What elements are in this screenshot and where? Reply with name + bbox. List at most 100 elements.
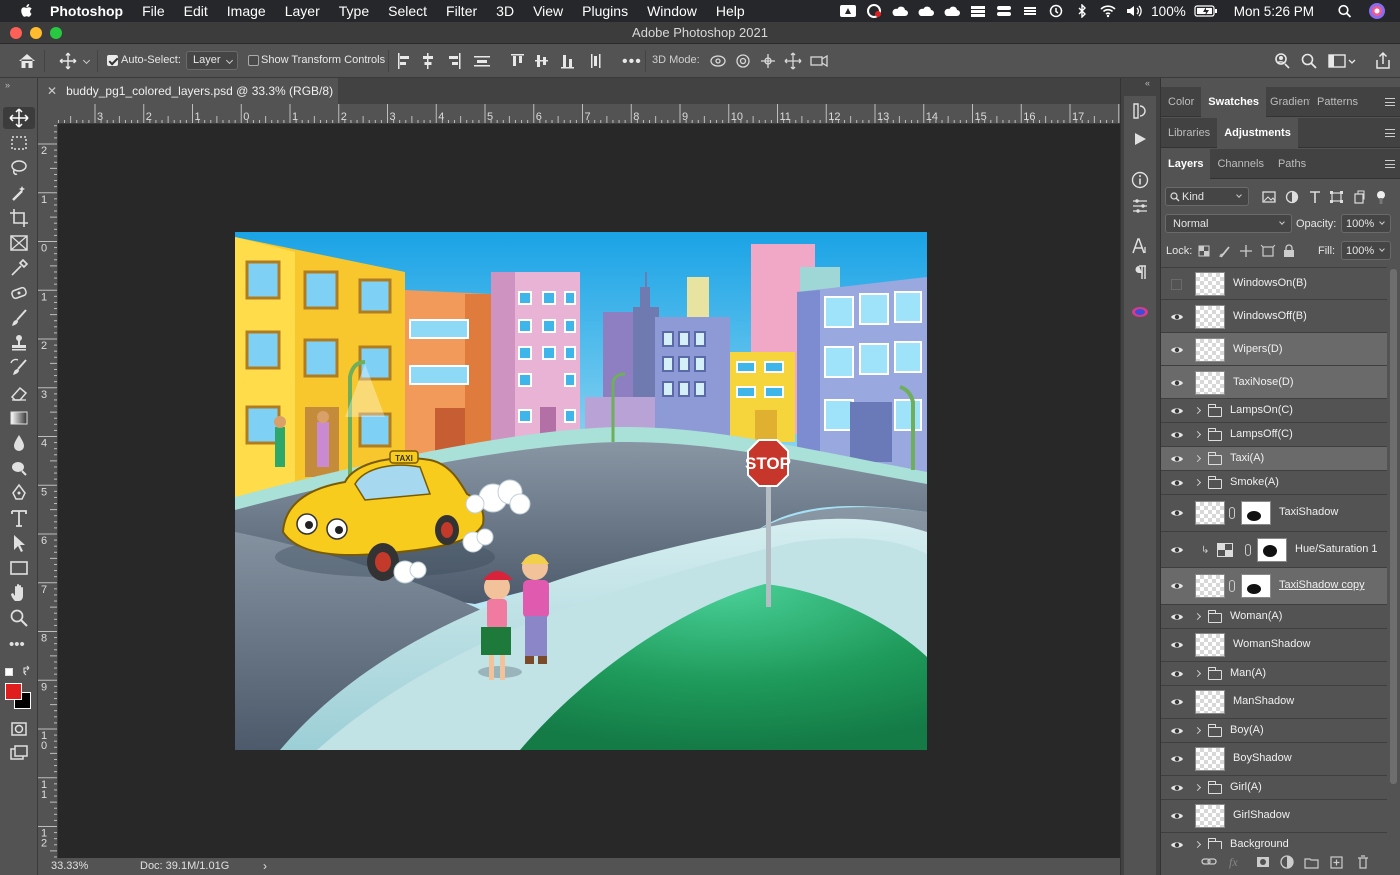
visibility-eye-icon[interactable] bbox=[1170, 638, 1184, 652]
tab-adjustments[interactable]: Adjustments bbox=[1217, 117, 1298, 148]
user-search-icon[interactable] bbox=[1272, 52, 1292, 70]
visibility-eye-icon[interactable] bbox=[1170, 579, 1184, 593]
visibility-eye-icon[interactable] bbox=[1170, 452, 1184, 466]
blend-mode-dropdown[interactable]: Normal bbox=[1165, 214, 1292, 233]
tab-channels[interactable]: Channels bbox=[1210, 149, 1270, 179]
visibility-eye-icon[interactable] bbox=[1170, 838, 1184, 850]
cloud-icon-2[interactable] bbox=[917, 4, 935, 18]
hand-tool-icon[interactable] bbox=[8, 582, 30, 604]
type-tool-icon[interactable] bbox=[8, 507, 30, 529]
expand-group-chevron-icon[interactable] bbox=[1193, 783, 1202, 791]
horizontal-ruler[interactable]: 3 2 1 0 1 2 3 4 5 6 7 8 9 10 11 12 13 14 15 16 17 bbox=[58, 104, 1120, 124]
eraser-tool-icon[interactable] bbox=[8, 382, 30, 404]
visibility-eye-icon[interactable] bbox=[1170, 376, 1184, 390]
layer-filter-type-icons[interactable] bbox=[1261, 189, 1389, 205]
menu-type[interactable]: Type bbox=[339, 3, 369, 19]
status-menu-chevron-icon[interactable]: › bbox=[263, 859, 267, 873]
layer-filter-kind-dropdown[interactable]: Kind bbox=[1165, 187, 1249, 206]
visibility-eye-icon[interactable] bbox=[1170, 781, 1184, 795]
battery-charging-icon[interactable] bbox=[1194, 4, 1218, 18]
menu-plugins[interactable]: Plugins bbox=[582, 3, 628, 19]
expand-group-chevron-icon[interactable] bbox=[1193, 430, 1202, 439]
3d-mode-tool-icons[interactable] bbox=[708, 52, 833, 70]
expand-group-chevron-icon[interactable] bbox=[1193, 669, 1202, 677]
info-panel-icon[interactable] bbox=[1131, 171, 1149, 189]
move-tool-icon[interactable] bbox=[8, 107, 30, 129]
foreground-color-swatch[interactable] bbox=[5, 683, 22, 700]
mask-link-icon[interactable] bbox=[1229, 507, 1235, 520]
menu-3d[interactable]: 3D bbox=[496, 3, 514, 19]
fill-field[interactable]: 100% bbox=[1341, 241, 1391, 260]
preset-dropdown-chevron-icon[interactable] bbox=[82, 56, 91, 65]
siri-icon[interactable] bbox=[1368, 2, 1386, 20]
wifi-icon[interactable] bbox=[1099, 4, 1117, 18]
history-brush-tool-icon[interactable] bbox=[8, 357, 30, 379]
gradient-tool-icon[interactable] bbox=[8, 407, 30, 429]
lasso-tool-icon[interactable] bbox=[8, 157, 30, 179]
blur-tool-icon[interactable] bbox=[8, 432, 30, 454]
document-tab[interactable]: ✕ buddy_pg1_colored_layers.psd @ 33.3% (… bbox=[38, 78, 338, 104]
drive-icon[interactable] bbox=[839, 4, 857, 18]
creative-cloud-icon[interactable] bbox=[865, 4, 883, 18]
apple-menu-icon[interactable] bbox=[18, 2, 36, 20]
properties-panel-icon[interactable] bbox=[1131, 197, 1149, 215]
visibility-eye-icon[interactable] bbox=[1170, 667, 1184, 681]
eyedropper-tool-icon[interactable] bbox=[8, 257, 30, 279]
ruler-origin[interactable] bbox=[38, 104, 58, 124]
screen-mode-icon[interactable] bbox=[8, 743, 30, 765]
layer-row[interactable]: TaxiShadow bbox=[1161, 495, 1387, 532]
collapse-toolbar-icon[interactable]: » bbox=[5, 80, 10, 90]
default-colors-icon[interactable] bbox=[5, 668, 13, 676]
scribble-icon[interactable] bbox=[1021, 4, 1039, 18]
quick-mask-icon[interactable] bbox=[8, 718, 30, 740]
layer-row[interactable]: LampsOff(C) bbox=[1161, 423, 1387, 447]
marquee-tool-icon[interactable] bbox=[8, 132, 30, 154]
show-transform-controls-checkbox[interactable] bbox=[248, 55, 259, 66]
menu-view[interactable]: View bbox=[533, 3, 563, 19]
menu-file[interactable]: File bbox=[142, 3, 165, 19]
expand-group-chevron-icon[interactable] bbox=[1193, 840, 1202, 848]
menu-app-name[interactable]: Photoshop bbox=[50, 3, 123, 19]
layer-row[interactable]: ↳ Hue/Saturation 1 bbox=[1161, 532, 1387, 568]
expand-group-chevron-icon[interactable] bbox=[1193, 406, 1202, 415]
collapse-dock-icon[interactable]: « bbox=[1145, 78, 1150, 88]
layer-row[interactable]: LampsOn(C) bbox=[1161, 399, 1387, 423]
layer-row[interactable]: TaxiNose(D) bbox=[1161, 366, 1387, 399]
tab-swatches[interactable]: Swatches bbox=[1201, 86, 1267, 117]
layer-row[interactable]: Wipers(D) bbox=[1161, 333, 1387, 366]
menu-edit[interactable]: Edit bbox=[184, 3, 208, 19]
layer-mask-thumbnail[interactable] bbox=[1257, 537, 1287, 562]
layer-row[interactable]: Boy(A) bbox=[1161, 719, 1387, 743]
visibility-eye-icon[interactable] bbox=[1170, 310, 1184, 324]
layer-row[interactable]: WindowsOn(B) bbox=[1161, 268, 1387, 300]
layer-row[interactable]: Background bbox=[1161, 833, 1387, 850]
layer-mask-thumbnail[interactable] bbox=[1241, 574, 1271, 599]
auto-select-target-dropdown[interactable]: Layer bbox=[186, 51, 238, 70]
visibility-eye-icon[interactable] bbox=[1170, 752, 1184, 766]
history-panel-icon[interactable] bbox=[1131, 102, 1149, 120]
cloud-icon[interactable] bbox=[891, 4, 909, 18]
layer-row[interactable]: Taxi(A) bbox=[1161, 447, 1387, 471]
color-panel-icon[interactable] bbox=[1131, 304, 1149, 320]
layers-scrollbar[interactable] bbox=[1390, 269, 1397, 784]
layer-row[interactable]: GirlShadow bbox=[1161, 800, 1387, 833]
home-icon[interactable] bbox=[17, 52, 37, 70]
align-distribute-icons[interactable] bbox=[396, 53, 616, 69]
expand-group-chevron-icon[interactable] bbox=[1193, 454, 1202, 463]
tab-patterns[interactable]: Patterns bbox=[1310, 87, 1365, 117]
healing-brush-tool-icon[interactable] bbox=[8, 282, 30, 304]
pen-tool-icon[interactable] bbox=[8, 482, 30, 504]
clone-stamp-tool-icon[interactable] bbox=[8, 332, 30, 354]
layer-mask-thumbnail[interactable] bbox=[1241, 501, 1271, 526]
layer-row[interactable]: BoyShadow bbox=[1161, 743, 1387, 776]
layer-row[interactable]: Woman(A) bbox=[1161, 605, 1387, 629]
menu-window[interactable]: Window bbox=[647, 3, 697, 19]
crop-tool-icon[interactable] bbox=[8, 207, 30, 229]
layer-row[interactable]: TaxiShadow copy bbox=[1161, 568, 1387, 605]
menubar-clock[interactable]: Mon 5:26 PM bbox=[1234, 4, 1314, 19]
opacity-field[interactable]: 100% bbox=[1341, 214, 1391, 233]
panel-menu-icon-3[interactable] bbox=[1385, 160, 1395, 168]
layer-row[interactable]: Smoke(A) bbox=[1161, 471, 1387, 495]
menu-layer[interactable]: Layer bbox=[285, 3, 320, 19]
workspace-switcher-icon[interactable] bbox=[1328, 52, 1358, 70]
